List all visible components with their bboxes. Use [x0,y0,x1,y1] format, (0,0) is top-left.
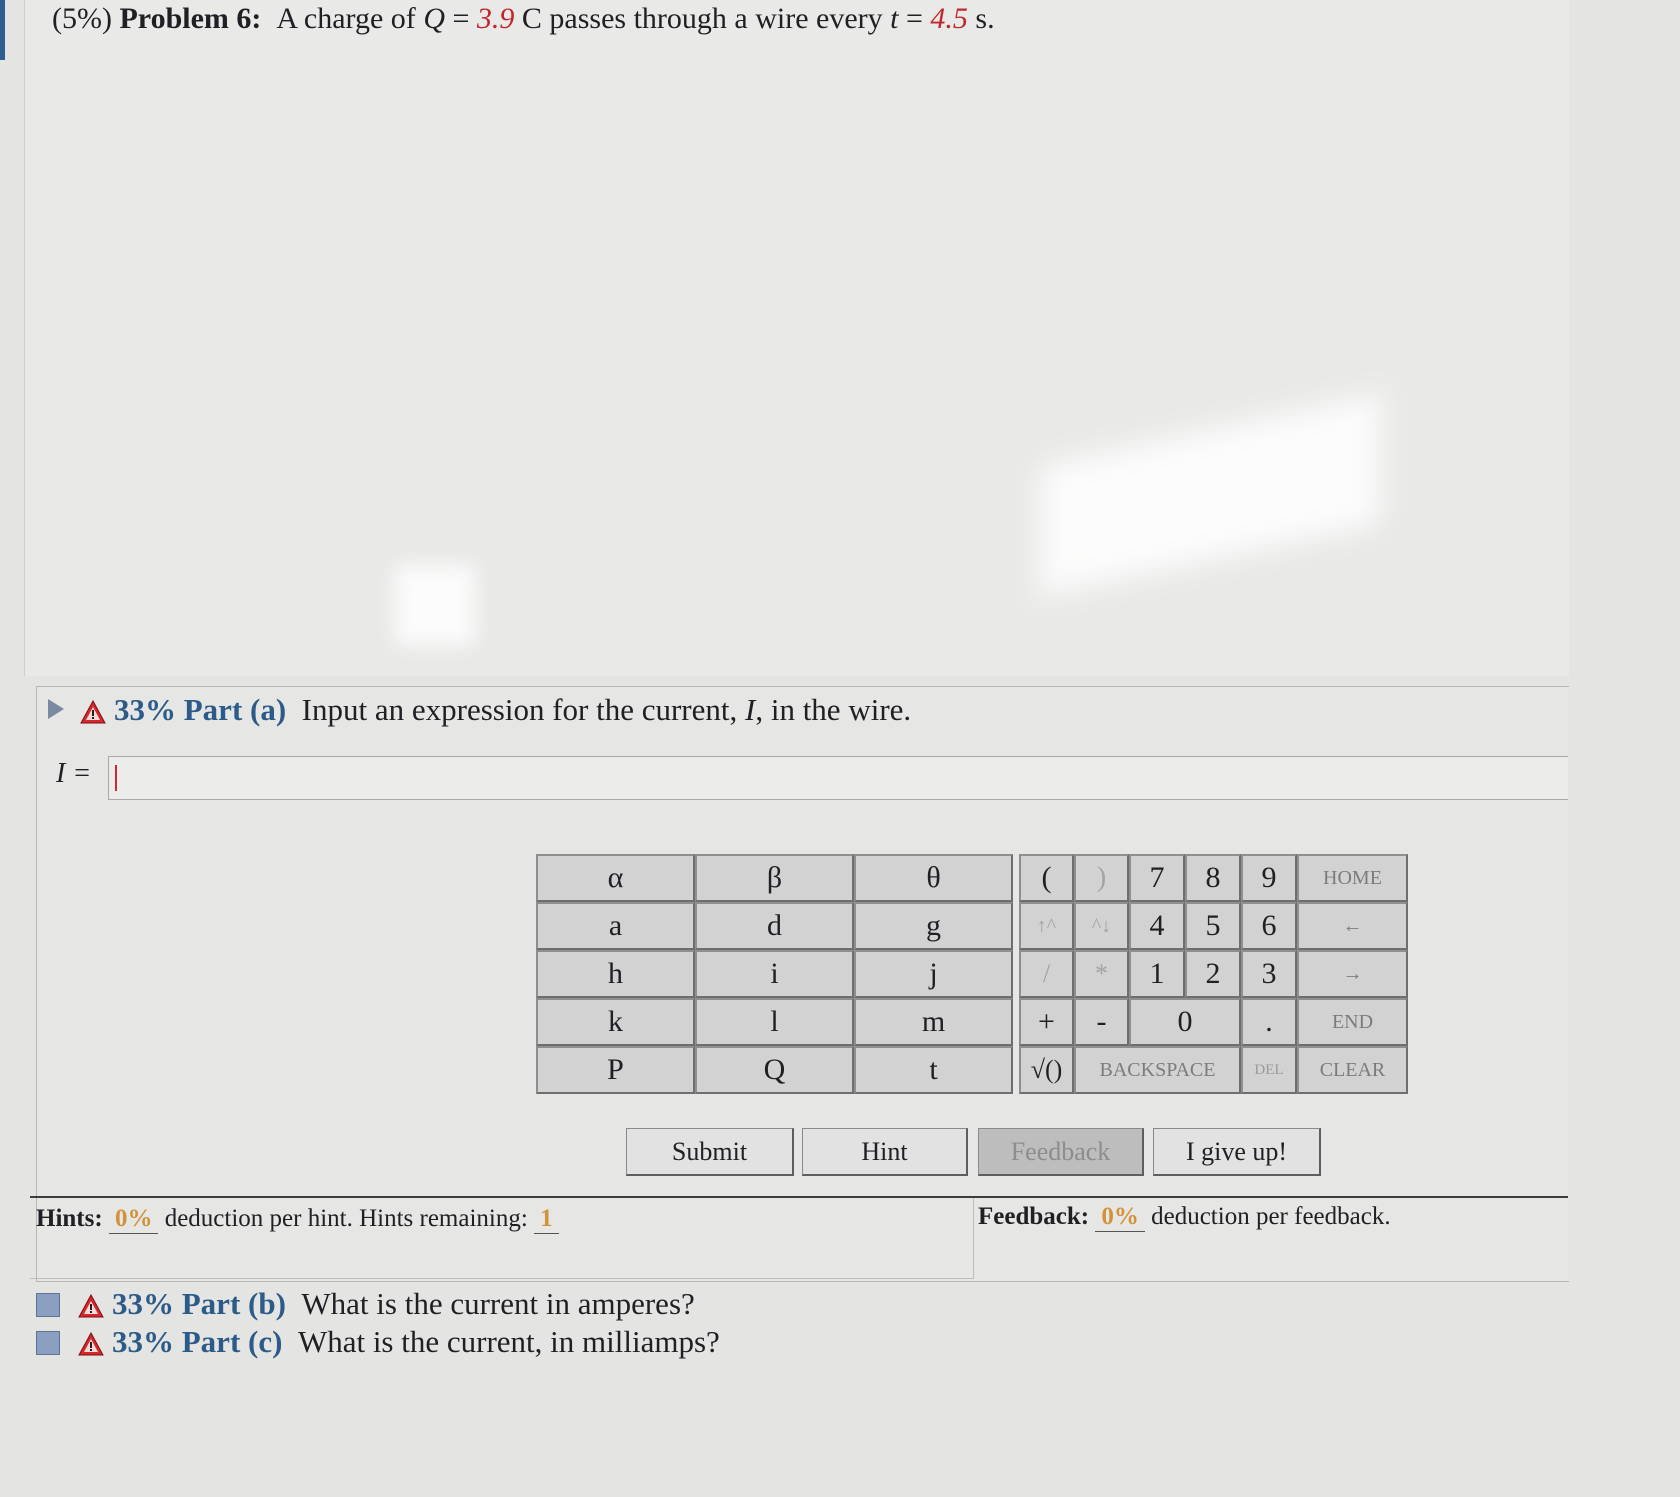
feedback-info: Feedback: 0% deduction per feedback. [978,1203,1391,1232]
part-b-question: What is the current in amperes? [301,1286,695,1321]
key-theta[interactable]: θ [854,854,1013,902]
key-decimal[interactable]: . [1241,998,1297,1046]
play-icon[interactable] [48,699,64,719]
give-up-button[interactable]: I give up! [1153,1128,1321,1176]
key-7[interactable]: 7 [1129,854,1185,902]
expand-square-icon[interactable] [36,1293,60,1317]
key-alpha[interactable]: α [536,854,695,902]
key-j[interactable]: j [854,950,1013,998]
problem-percent: (5%) [52,2,112,35]
part-c-row[interactable]: 33% Part (c) What is the current, in mil… [36,1324,720,1360]
hints-info: Hints: 0% deduction per hint. Hints rema… [36,1205,559,1234]
key-P[interactable]: P [536,1046,695,1094]
key-0[interactable]: 0 [1129,998,1241,1046]
key-6[interactable]: 6 [1241,902,1297,950]
part-a-title[interactable]: 33% Part (a) Input an expression for the… [48,692,911,728]
key-minus[interactable]: - [1074,998,1129,1046]
text-cursor [115,765,117,791]
key-h[interactable]: h [536,950,695,998]
time-value: 4.5 [930,2,968,35]
key-backspace[interactable]: BACKSPACE [1074,1046,1241,1094]
key-k[interactable]: k [536,998,695,1046]
part-a-prompt-end: , in the wire. [755,692,912,727]
charge-value: 3.9 [476,2,515,35]
key-a[interactable]: a [536,902,695,950]
problem-text: A charge of [276,2,416,35]
key-g[interactable]: g [854,902,1013,950]
key-paren-open[interactable]: ( [1019,854,1074,902]
part-c-question: What is the current, in milliamps? [297,1324,720,1359]
key-t[interactable]: t [854,1046,1013,1094]
key-multiply[interactable]: * [1074,950,1129,998]
current-variable: I [745,692,756,727]
equals-sign: = [898,2,931,35]
glare-highlight [1040,393,1380,597]
feedback-label: Feedback: [978,1203,1090,1230]
answer-label: I = [56,758,92,789]
key-2[interactable]: 2 [1185,950,1241,998]
key-subscript-down[interactable]: ^↓ [1074,902,1129,950]
expand-square-icon[interactable] [36,1331,60,1355]
warning-icon [80,700,106,724]
feedback-deduction-percent: 0% [1095,1203,1145,1232]
part-a-label: Part (a) [183,692,287,727]
key-3[interactable]: 3 [1241,950,1297,998]
key-plus[interactable]: + [1019,998,1074,1046]
key-4[interactable]: 4 [1129,902,1185,950]
left-edge-bar [0,0,5,60]
submit-button[interactable]: Submit [626,1128,794,1176]
key-i[interactable]: i [695,950,854,998]
key-1[interactable]: 1 [1129,950,1185,998]
page: (5%) Problem 6: A charge of Q = 3.9 C pa… [0,0,1569,1397]
key-5[interactable]: 5 [1185,902,1241,950]
answer-input[interactable] [108,756,1568,800]
feedback-text: deduction per feedback. [1151,1203,1391,1230]
part-a-prompt: Input an expression for the current, [301,692,745,727]
problem-label: Problem 6: [119,2,262,35]
key-paren-close[interactable]: ) [1074,854,1129,902]
key-end[interactable]: END [1297,998,1408,1046]
part-a-percent: 33% [114,692,176,727]
key-superscript-up[interactable]: ↑^ [1019,902,1074,950]
glare-highlight-small [395,565,475,645]
key-right-arrow[interactable]: → [1297,950,1408,998]
part-c-percent: 33% [112,1324,174,1359]
key-d[interactable]: d [695,902,854,950]
key-l[interactable]: l [695,998,854,1046]
key-left-arrow[interactable]: ← [1297,902,1408,950]
key-9[interactable]: 9 [1241,854,1297,902]
problem-header: (5%) Problem 6: A charge of Q = 3.9 C pa… [52,2,995,36]
time-unit: s. [967,2,995,35]
hint-button[interactable]: Hint [802,1128,968,1176]
hints-text: deduction per hint. Hints remaining: [164,1205,528,1232]
key-divide[interactable]: / [1019,950,1074,998]
part-c-label: Part (c) [181,1324,283,1359]
hints-remaining: 1 [534,1205,559,1234]
warning-icon [78,1294,104,1318]
hints-deduction-percent: 0% [108,1205,159,1234]
key-beta[interactable]: β [695,854,854,902]
warning-icon [78,1332,104,1356]
key-Q[interactable]: Q [695,1046,854,1094]
part-b-row[interactable]: 33% Part (b) What is the current in ampe… [36,1286,695,1322]
key-clear[interactable]: CLEAR [1297,1046,1408,1094]
problem-text-middle: C passes through a wire every [514,2,891,35]
problem-panel [24,0,1569,676]
key-home[interactable]: HOME [1297,854,1408,902]
hints-label: Hints: [36,1205,103,1232]
key-sqrt[interactable]: √() [1019,1046,1074,1094]
part-b-label: Part (b) [181,1286,286,1321]
equals-sign: = [444,2,477,35]
key-m[interactable]: m [854,998,1013,1046]
part-b-percent: 33% [112,1286,174,1321]
key-del[interactable]: DEL [1241,1046,1297,1094]
key-8[interactable]: 8 [1185,854,1241,902]
feedback-button[interactable]: Feedback [978,1128,1144,1176]
charge-variable: Q [423,2,445,35]
